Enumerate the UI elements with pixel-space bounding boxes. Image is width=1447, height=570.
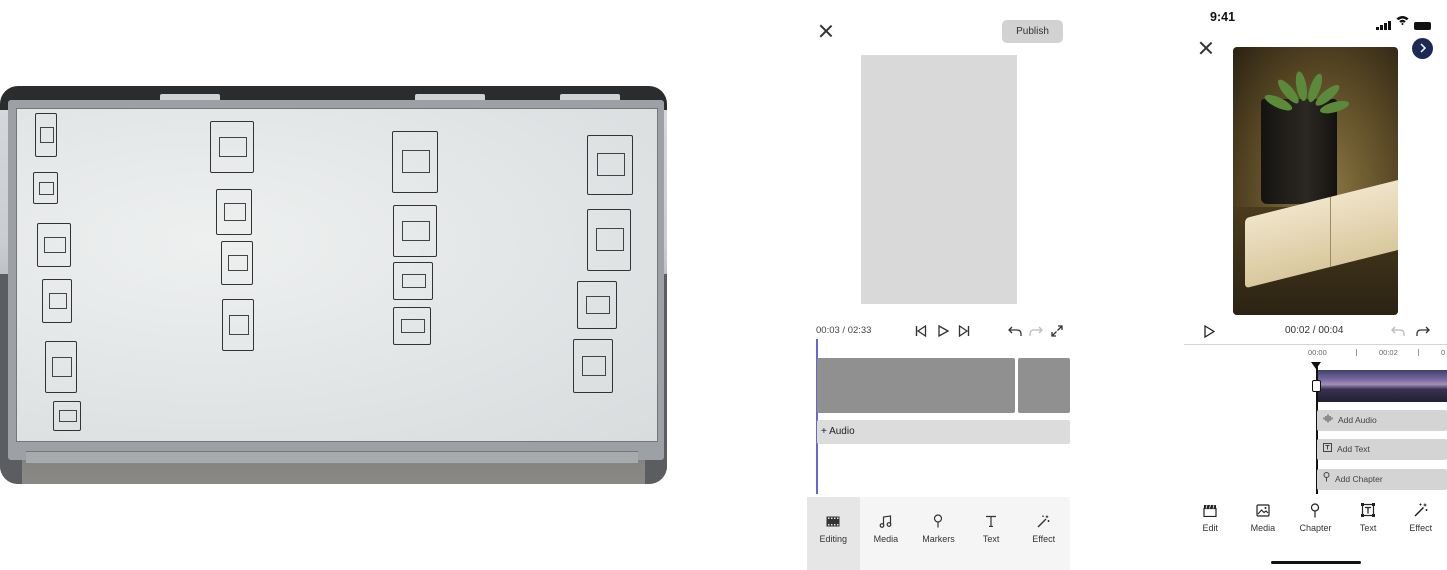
image-icon: [1255, 502, 1271, 518]
status-time: 9:41: [1210, 10, 1236, 24]
tab-label: Chapter: [1299, 523, 1332, 533]
battery-icon: [1413, 22, 1431, 30]
video-clip[interactable]: [817, 358, 1015, 413]
ruler-label: 0: [1441, 348, 1446, 357]
status-icons: [1376, 12, 1431, 30]
undo-icon[interactable]: [1390, 323, 1406, 339]
video-preview: [1233, 47, 1398, 315]
whiteboard-photo: [0, 86, 667, 484]
video-clip[interactable]: [1018, 358, 1070, 413]
mobile-tab-bar: Edit Media Chapter Text Effect: [1184, 502, 1447, 533]
home-indicator: [1271, 561, 1361, 564]
tab-label: Text: [1359, 523, 1377, 533]
tab-text[interactable]: Text: [965, 497, 1018, 570]
map-pin-icon: [930, 514, 946, 528]
film-strip-icon: [825, 514, 841, 528]
track-label: Add Chapter: [1335, 474, 1383, 484]
music-note-icon: [878, 514, 894, 528]
tab-media[interactable]: Media: [1237, 502, 1290, 533]
add-text-track[interactable]: Add Text: [1317, 439, 1447, 460]
marker-tray: [26, 451, 638, 463]
ruler-label: 00:02: [1379, 348, 1398, 357]
time-readout: 00:02 / 00:04: [1285, 325, 1344, 336]
wireframe-editor: Publish 00:03 / 02:33 + Audio Editing Me…: [807, 0, 1070, 570]
tab-chapter[interactable]: Chapter: [1289, 502, 1342, 533]
redo-icon[interactable]: [1028, 323, 1044, 339]
add-chapter-track[interactable]: Add Chapter: [1317, 469, 1447, 490]
video-preview: [861, 55, 1017, 304]
tab-label: Effect: [1409, 523, 1433, 533]
close-icon[interactable]: [1199, 41, 1213, 55]
cellular-signal-icon: [1376, 21, 1391, 30]
add-audio-track[interactable]: Add Audio: [1317, 410, 1447, 431]
tab-label: Effect: [1032, 534, 1056, 544]
text-box-icon: [1360, 502, 1376, 518]
fullscreen-icon[interactable]: [1049, 323, 1065, 339]
text-box-icon: [1323, 439, 1332, 460]
undo-icon[interactable]: [1007, 323, 1023, 339]
tab-label: Editing: [819, 534, 848, 544]
tab-markers[interactable]: Markers: [912, 497, 965, 570]
tab-media[interactable]: Media: [860, 497, 913, 570]
pin-icon: [1307, 502, 1323, 518]
divider: [1184, 344, 1447, 345]
redo-icon[interactable]: [1415, 323, 1431, 339]
skip-back-icon[interactable]: [913, 323, 929, 339]
chevron-right-icon: [1419, 43, 1426, 53]
next-button[interactable]: [1412, 38, 1433, 59]
tab-label: Markers: [922, 534, 955, 544]
tab-effect[interactable]: Effect: [1394, 502, 1447, 533]
clapperboard-icon: [1202, 502, 1218, 518]
tab-label: Media: [1250, 523, 1276, 533]
tab-label: Media: [873, 534, 899, 544]
tab-label: Edit: [1202, 523, 1219, 533]
magic-wand-icon: [1413, 502, 1429, 518]
text-t-icon: [983, 514, 999, 528]
publish-button[interactable]: Publish: [1002, 20, 1063, 43]
play-icon[interactable]: [1201, 323, 1217, 339]
pin-icon: [1323, 469, 1330, 490]
wifi-icon: [1396, 12, 1409, 30]
waveform-icon: [1323, 410, 1333, 431]
tab-label: Text: [982, 534, 1000, 544]
tab-editing[interactable]: Editing: [807, 497, 860, 570]
track-label: Add Audio: [1338, 415, 1377, 425]
ruler-label: 00:00: [1308, 348, 1327, 357]
plant-pot: [1261, 99, 1337, 204]
time-readout: 00:03 / 02:33: [816, 325, 872, 336]
skip-forward-icon[interactable]: [956, 323, 972, 339]
magic-wand-icon: [1036, 514, 1052, 528]
video-clip-thumbnail[interactable]: [1317, 370, 1447, 402]
tab-text[interactable]: Text: [1342, 502, 1395, 533]
track-label: Add Text: [1337, 444, 1370, 454]
close-icon[interactable]: [819, 24, 833, 38]
editor-tab-bar: Editing Media Markers Text Effect: [807, 497, 1070, 570]
mobile-editor: 9:41 00:02 / 00:04 00:00 00:02 0 Add Aud…: [1184, 0, 1447, 570]
tab-edit[interactable]: Edit: [1184, 502, 1237, 533]
play-icon[interactable]: [935, 323, 951, 339]
add-audio-track[interactable]: + Audio: [817, 420, 1070, 444]
whiteboard-surface: [16, 108, 658, 442]
tab-effect[interactable]: Effect: [1017, 497, 1070, 570]
clip-trim-handle[interactable]: [1312, 380, 1321, 392]
